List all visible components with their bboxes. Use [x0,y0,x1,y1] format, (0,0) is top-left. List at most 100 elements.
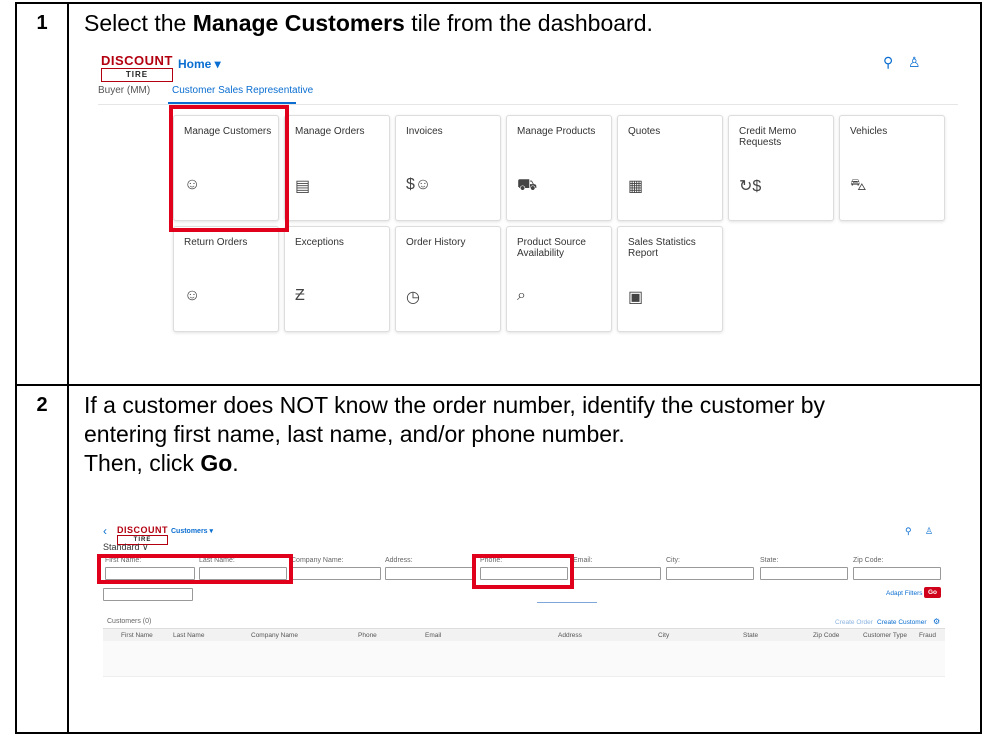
step-1-text-post: tile from the dashboard. [404,10,653,36]
report-icon: ▣ [628,289,644,306]
step-2-instruction: If a customer does NOT know the order nu… [84,391,980,478]
logo-sub-text: TIRE [101,68,173,82]
step-row-2: 2 If a customer does NOT know the order … [15,384,982,734]
tile-title: Invoices [406,126,443,137]
tile-order-history[interactable]: Order History ◷ [395,226,501,332]
city-input[interactable] [666,567,754,580]
customers-screenshot: ‹ DISCOUNT TIRE Customers ▾ ⚲ ♙ Standard… [83,524,945,716]
tile-title: Vehicles [850,126,888,137]
step-2-line-3-pre: Then, click [84,450,201,476]
step-2-line-3-bold: Go [200,450,233,476]
tile-title: Sales Statistics Report [628,237,696,259]
col-phone[interactable]: Phone [358,632,377,639]
highlight-manage-customers [169,105,289,232]
city-label: City: [666,557,680,564]
step-1-instruction: Select the Manage Customers tile from th… [84,9,980,38]
customers-count: Customers (0) [107,618,152,625]
tile-title: Manage Orders [295,126,365,137]
tile-title: Credit Memo Requests [739,126,797,148]
address-label: Address: [385,557,413,564]
clock-icon: ◷ [406,289,420,306]
tile-exceptions[interactable]: Exceptions Ƶ [284,226,390,332]
adapt-filters-link[interactable]: Adapt Filters [886,590,923,597]
zip-code-input[interactable] [853,567,941,580]
create-customer-link[interactable]: Create Customer [877,619,927,626]
expand-divider [537,602,597,603]
col-state[interactable]: State [743,632,758,639]
dashboard-screenshot: DISCOUNT TIRE Home ▾ ⚲ ♙ Buyer (MM) Cust… [83,49,973,349]
step-2-line-1: If a customer does NOT know the order nu… [84,392,826,418]
tile-sales-statistics-report[interactable]: Sales Statistics Report ▣ [617,226,723,332]
col-address[interactable]: Address [558,632,582,639]
col-fraud[interactable]: Fraud [919,632,936,639]
invoice-icon: $☺ [406,176,432,193]
tile-product-source-availability[interactable]: Product Source Availability ⌕ [506,226,612,332]
tab-customer-sales-rep[interactable]: Customer Sales Representative [172,85,313,96]
document-page: 1 Select the Manage Customers tile from … [0,0,1000,738]
step-2-line-2: entering first name, last name, and/or p… [84,421,625,447]
tile-return-orders[interactable]: Return Orders ☺ [173,226,279,332]
tile-credit-memo-requests[interactable]: Credit Memo Requests ↻$ [728,115,834,221]
col-zip-code[interactable]: Zip Code [813,632,839,639]
step-1-text-pre: Select the [84,10,193,36]
back-icon[interactable]: ‹ [103,524,107,538]
email-label: Email: [573,557,593,564]
settings-icon[interactable]: ⚙ [933,617,940,626]
step-2-line-3: Then, click Go. [84,449,980,478]
home-menu[interactable]: Home ▾ [178,57,221,71]
tile-manage-orders[interactable]: Manage Orders ▤ [284,115,390,221]
orders-icon: ▤ [295,178,311,195]
state-label: State: [760,557,779,564]
col-last-name[interactable]: Last Name [173,632,204,639]
go-button[interactable]: Go [924,587,942,598]
user-icon[interactable]: ♙ [908,54,921,71]
col-customer-type[interactable]: Customer Type [863,632,907,639]
user-icon[interactable]: ♙ [925,526,933,537]
quotes-icon: ▦ [628,178,644,195]
tile-manage-products[interactable]: Manage Products ⛟ [506,115,612,221]
company-name-input[interactable] [291,567,381,580]
highlight-phone-field [472,554,574,589]
step-row-1: 1 Select the Manage Customers tile from … [15,2,982,386]
return-icon: ☺ [184,287,201,304]
tile-title: Return Orders [184,237,248,248]
step-number-1: 1 [15,2,69,386]
logo-main-text: DISCOUNT [117,525,168,535]
step-2-line-3-post: . [232,450,239,476]
products-icon: ⛟ [517,177,538,194]
tab-buyer[interactable]: Buyer (MM) [98,85,150,96]
col-company-name[interactable]: Company Name [251,632,298,639]
tile-quotes[interactable]: Quotes ▦ [617,115,723,221]
tab-active-indicator [168,102,296,104]
credit-memo-icon: ↻$ [739,178,762,195]
table-body-empty [103,641,945,677]
variant-selector[interactable]: Standard ∨ [103,542,149,553]
step-number-2: 2 [15,384,69,734]
col-first-name[interactable]: First Name [121,632,153,639]
tile-title: Order History [406,237,466,248]
col-email[interactable]: Email [425,632,441,639]
tile-title: Product Source Availability [517,237,586,259]
steps-table: 1 Select the Manage Customers tile from … [15,2,982,734]
table-header: First Name Last Name Company Name Phone … [103,628,945,642]
tile-title: Quotes [628,126,661,137]
zip-code-label: Zip Code: [853,557,884,564]
state-select[interactable] [760,567,848,580]
exceptions-icon: Ƶ [295,287,305,304]
company-name-label: Company Name: [291,557,344,564]
discount-tire-logo: DISCOUNT TIRE [101,54,173,82]
tile-title: Exceptions [295,237,344,248]
email-input[interactable] [573,567,661,580]
create-order-link[interactable]: Create Order [835,619,873,626]
customers-menu[interactable]: Customers ▾ [171,527,213,535]
col-city[interactable]: City [658,632,669,639]
search-icon[interactable]: ⚲ [905,526,912,537]
tile-invoices[interactable]: Invoices $☺ [395,115,501,221]
search-icon[interactable]: ⚲ [883,54,893,71]
step-content-1: Select the Manage Customers tile from th… [67,2,982,386]
address-input[interactable] [385,567,475,580]
tile-vehicles[interactable]: Vehicles ⛍ [839,115,945,221]
date-input[interactable] [103,588,193,601]
highlight-name-fields [97,554,293,584]
step-content-2: If a customer does NOT know the order nu… [67,384,982,734]
